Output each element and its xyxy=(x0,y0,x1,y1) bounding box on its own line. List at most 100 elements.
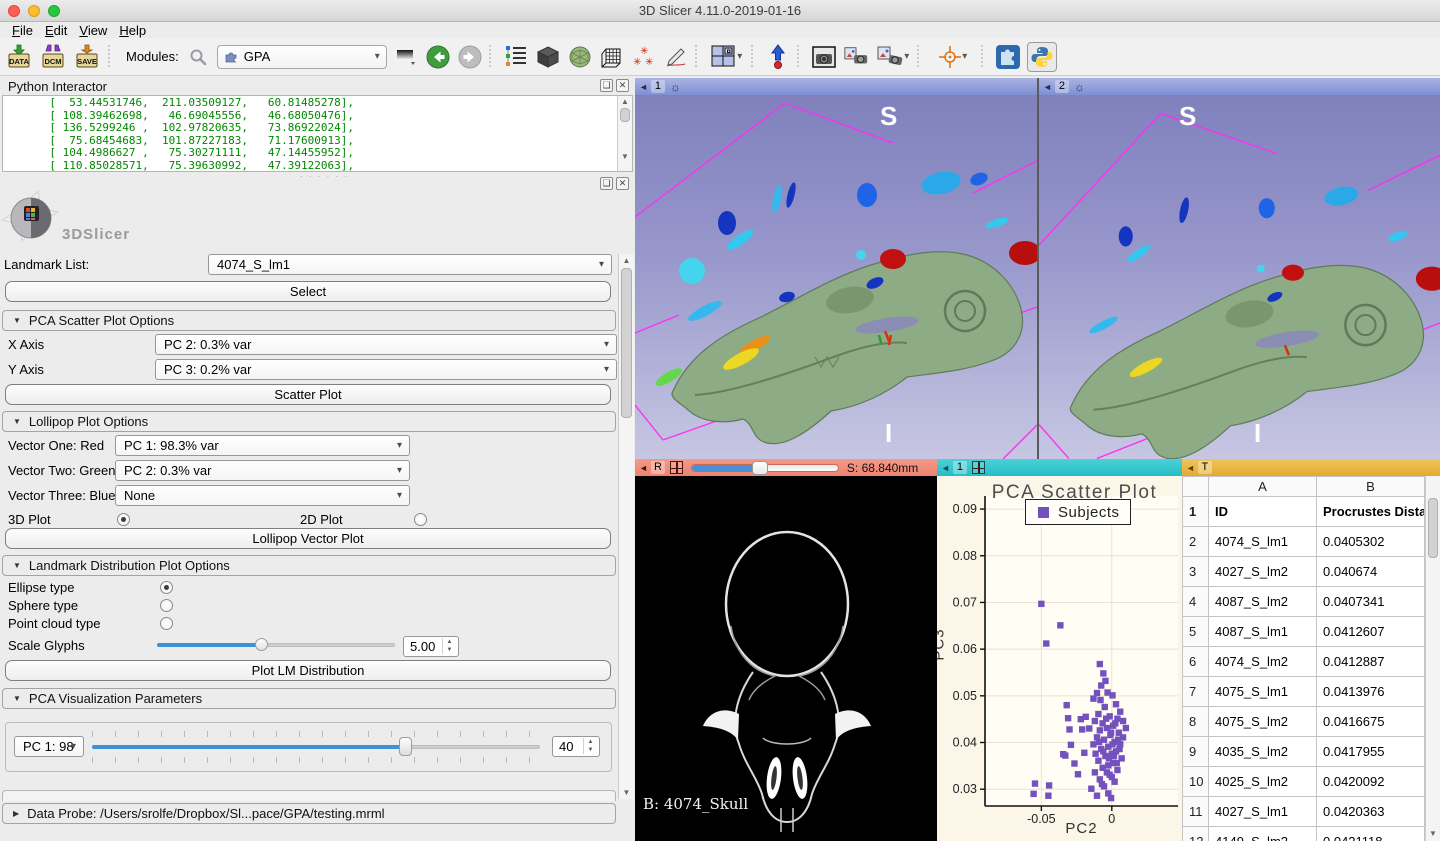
table-row[interactable]: 64074_S_lm20.0412887 xyxy=(1183,647,1425,677)
landmark-list-combo[interactable]: 4074_S_lm1 ▾ xyxy=(208,254,612,275)
x-axis-combo[interactable]: PC 2: 0.3% var ▾ xyxy=(155,334,617,355)
cell-id[interactable]: 4025_S_lm2 xyxy=(1209,767,1317,797)
pin-icon[interactable]: ◄ xyxy=(639,463,648,473)
cell-id[interactable]: 4035_S_lm2 xyxy=(1209,737,1317,767)
scroll-down-icon[interactable]: ▼ xyxy=(619,788,634,797)
slice-layout-icon[interactable] xyxy=(670,461,683,474)
module-history-button[interactable] xyxy=(393,44,419,70)
screenshot-button[interactable] xyxy=(811,44,837,70)
scrollbar-thumb[interactable] xyxy=(620,108,630,122)
cell-procrustes-distance[interactable]: 0.0416675 xyxy=(1317,707,1425,737)
undock-icon[interactable]: ❏ xyxy=(600,79,613,92)
cell-id[interactable]: 4087_S_lm2 xyxy=(1209,587,1317,617)
spin-down-icon[interactable]: ▼ xyxy=(443,646,456,654)
table-row[interactable]: 24074_S_lm10.0405302 xyxy=(1183,527,1425,557)
cell-procrustes-distance[interactable]: 0.0420363 xyxy=(1317,797,1425,827)
select-button[interactable]: Select xyxy=(5,281,611,302)
cell-id[interactable]: ID xyxy=(1209,497,1317,527)
pin-icon[interactable]: ◄ xyxy=(639,82,648,92)
models-module-button[interactable] xyxy=(567,44,593,70)
cell-procrustes-distance[interactable]: 0.0412887 xyxy=(1317,647,1425,677)
module-selector-combo[interactable]: GPA ▾ xyxy=(217,45,387,69)
section-pca-scatter-options[interactable]: ▼ PCA Scatter Plot Options xyxy=(2,310,616,331)
spin-up-icon[interactable]: ▲ xyxy=(584,738,597,746)
y-axis-combo[interactable]: PC 3: 0.2% var ▾ xyxy=(155,359,617,380)
cell-procrustes-distance[interactable]: 0.0407341 xyxy=(1317,587,1425,617)
scroll-up-icon[interactable]: ▲ xyxy=(619,256,634,265)
layout-selector-button[interactable]: ▾ xyxy=(709,44,745,70)
table-row[interactable]: 124149_S_lm20.0421118 xyxy=(1183,827,1425,841)
save-button[interactable]: SAVE xyxy=(72,41,102,73)
pca-slider-knob[interactable] xyxy=(399,737,412,756)
column-header-b[interactable]: B xyxy=(1317,477,1425,497)
module-search-button[interactable] xyxy=(185,44,211,70)
markups-module-button[interactable]: ✳✳✳ xyxy=(631,44,657,70)
plot-lm-distribution-button[interactable]: Plot LM Distribution xyxy=(5,660,611,681)
scroll-down-icon[interactable]: ▼ xyxy=(618,152,632,161)
cell-procrustes-distance[interactable]: 0.0420092 xyxy=(1317,767,1425,797)
cell-id[interactable]: 4149_S_lm2 xyxy=(1209,827,1317,841)
vector-two-combo[interactable]: PC 2: 0.3% var ▾ xyxy=(115,460,410,481)
view3d-2[interactable]: S I xyxy=(1039,95,1440,459)
close-icon[interactable]: ✕ xyxy=(616,177,629,190)
spin-down-icon[interactable]: ▼ xyxy=(584,746,597,754)
table-view-header[interactable]: ◄ T xyxy=(1182,459,1440,476)
view3d-1[interactable]: S I xyxy=(635,95,1037,459)
scale-glyphs-spinbox[interactable]: 5.00 ▲ ▼ xyxy=(403,636,459,657)
table-row[interactable]: 104025_S_lm20.0420092 xyxy=(1183,767,1425,797)
scrollbar-thumb[interactable] xyxy=(1428,498,1438,558)
pc-selector-combo[interactable]: PC 1: 98 ▾ xyxy=(14,736,84,757)
table-row[interactable]: 1IDProcrustes Distance xyxy=(1183,497,1425,527)
spin-arrows[interactable]: ▲ ▼ xyxy=(442,638,456,654)
spin-up-icon[interactable]: ▲ xyxy=(443,638,456,646)
section-lollipop-options[interactable]: ▼ Lollipop Plot Options xyxy=(2,411,616,432)
spin-arrows[interactable]: ▲ ▼ xyxy=(583,738,597,754)
markup-place-button[interactable] xyxy=(765,44,791,70)
point-cloud-type-radio[interactable] xyxy=(160,617,173,630)
table-row[interactable]: 44087_S_lm20.0407341 xyxy=(1183,587,1425,617)
section-lm-distribution-options[interactable]: ▼ Landmark Distribution Plot Options xyxy=(2,555,616,576)
table-row[interactable]: 74075_S_lm10.0413976 xyxy=(1183,677,1425,707)
pin-icon[interactable]: ◄ xyxy=(941,463,950,473)
menu-item-help[interactable]: Help xyxy=(119,23,146,38)
load-data-button[interactable]: DATA xyxy=(4,41,34,73)
vector-one-combo[interactable]: PC 1: 98.3% var ▾ xyxy=(115,435,410,456)
cell-procrustes-distance[interactable]: 0.0421118 xyxy=(1317,827,1425,841)
scene-view-restore-button[interactable]: ▾ xyxy=(875,44,911,70)
table-row[interactable]: 84075_S_lm20.0416675 xyxy=(1183,707,1425,737)
cell-procrustes-distance[interactable]: 0.0413976 xyxy=(1317,677,1425,707)
data-probe-bar[interactable]: ▶ Data Probe: /Users/srolfe/Dropbox/Sl..… xyxy=(2,803,616,824)
cell-procrustes-distance[interactable]: 0.0405302 xyxy=(1317,527,1425,557)
section-pca-visualization[interactable]: ▼ PCA Visualization Parameters xyxy=(2,688,616,709)
python-console[interactable]: [ 53.44531746, 211.03509127, 60.81485278… xyxy=(2,95,633,172)
pin-icon[interactable]: ◄ xyxy=(1186,463,1195,473)
plot-2d-radio[interactable] xyxy=(414,513,427,526)
plot-view-header[interactable]: ◄ 1 xyxy=(937,459,1182,476)
close-icon[interactable]: ✕ xyxy=(616,79,629,92)
procrustes-table[interactable]: A B 1IDProcrustes Distance24074_S_lm10.0… xyxy=(1182,476,1425,841)
cell-id[interactable]: 4074_S_lm1 xyxy=(1209,527,1317,557)
volumes-module-button[interactable] xyxy=(535,44,561,70)
table-row[interactable]: 94035_S_lm20.0417955 xyxy=(1183,737,1425,767)
sphere-type-radio[interactable] xyxy=(160,599,173,612)
cell-id[interactable]: 4087_S_lm1 xyxy=(1209,617,1317,647)
red-slice-header[interactable]: ◄ R S: 68.840mm xyxy=(635,459,937,476)
scatter-plot-button[interactable]: Scatter Plot xyxy=(5,384,611,405)
ellipse-type-radio[interactable] xyxy=(160,581,173,594)
module-list-button[interactable] xyxy=(503,44,529,70)
plot-3d-radio[interactable] xyxy=(117,513,130,526)
view-options-icon[interactable]: ☼ xyxy=(1074,80,1085,94)
undock-icon[interactable]: ❏ xyxy=(600,177,613,190)
menu-item-file[interactable]: File xyxy=(12,23,33,38)
cell-id[interactable]: 4027_S_lm2 xyxy=(1209,557,1317,587)
dicom-button[interactable]: DCM xyxy=(38,41,68,73)
cell-procrustes-distance[interactable]: 0.0417955 xyxy=(1317,737,1425,767)
cell-procrustes-distance[interactable]: 0.040674 xyxy=(1317,557,1425,587)
lollipop-vector-plot-button[interactable]: Lollipop Vector Plot xyxy=(5,528,611,549)
menu-item-view[interactable]: View xyxy=(79,23,107,38)
extensions-manager-button[interactable] xyxy=(995,44,1021,70)
pane-resize-handle[interactable]: · · · · · · xyxy=(300,172,349,181)
scale-glyphs-slider-knob[interactable] xyxy=(255,638,268,651)
cell-id[interactable]: 4075_S_lm2 xyxy=(1209,707,1317,737)
cell-id[interactable]: 4075_S_lm1 xyxy=(1209,677,1317,707)
